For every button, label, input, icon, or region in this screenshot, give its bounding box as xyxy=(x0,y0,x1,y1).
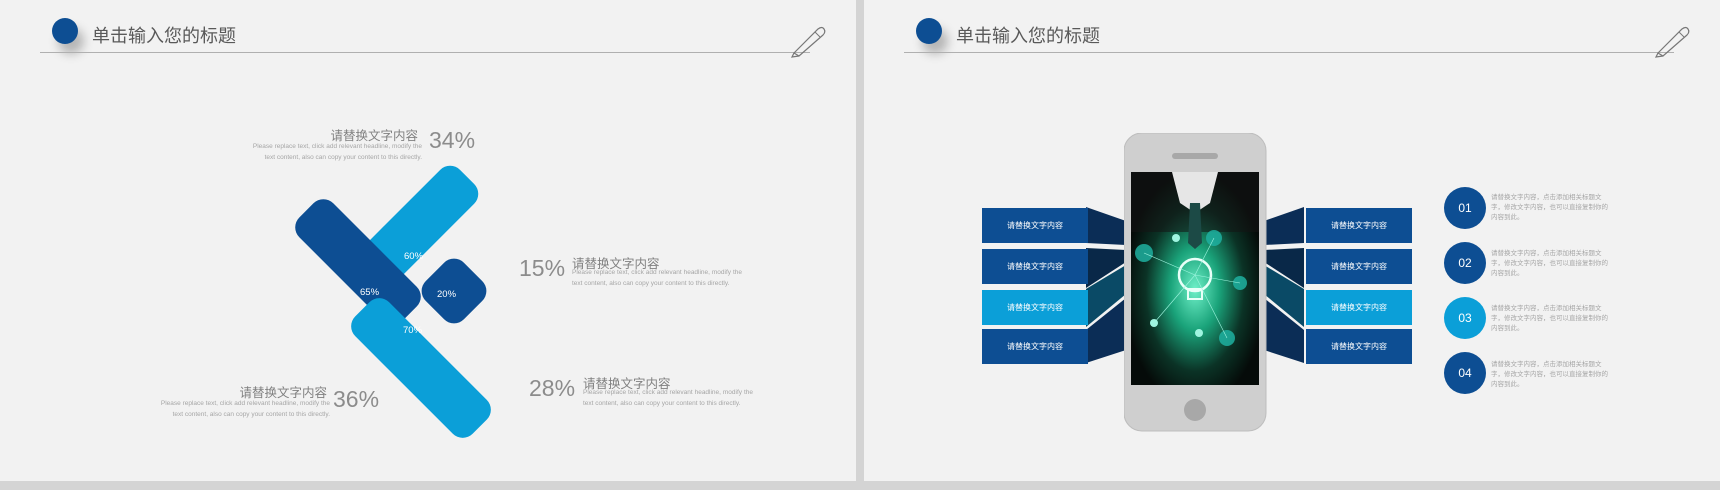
number-text-02: 请替换文字内容，点击添加相关标题文字，修改文字内容，也可以直接复制你的内容到此。 xyxy=(1491,250,1608,277)
block-4-percent: 28% xyxy=(529,375,576,401)
number-badge-03: 03 xyxy=(1444,297,1486,339)
phone-illustration xyxy=(1124,133,1267,432)
pen-icon xyxy=(790,26,826,58)
number-badge-04: 04 xyxy=(1444,352,1486,394)
block-1-desc: Please replace text, click add relevant … xyxy=(252,143,422,161)
tile-20-value: 20% xyxy=(437,289,457,300)
right-box-3: 请替换文字内容 xyxy=(1306,290,1412,325)
block-3-percent: 36% xyxy=(333,386,380,412)
right-box-4: 请替换文字内容 xyxy=(1306,329,1412,364)
number-text-04: 请替换文字内容，点击添加相关标题文字，修改文字内容，也可以直接复制你的内容到此。 xyxy=(1491,361,1608,388)
block-4-desc: Please replace text, click add relevant … xyxy=(583,389,753,407)
block-1-percent: 34% xyxy=(429,127,476,153)
slide-left: 单击输入您的标题 请替换文字内容 Please replace text, cl… xyxy=(0,0,856,481)
tile-60-value: 60% xyxy=(404,251,424,262)
tile-70 xyxy=(345,292,497,444)
left-box-1: 请替换文字内容 xyxy=(982,208,1088,243)
page-title: 单击输入您的标题 xyxy=(92,26,236,46)
number-badge-01: 01 xyxy=(1444,187,1486,229)
right-box-1: 请替换文字内容 xyxy=(1306,208,1412,243)
block-2-desc: Please replace text, click add relevant … xyxy=(572,269,742,287)
left-box-2: 请替换文字内容 xyxy=(982,249,1088,284)
header-divider xyxy=(40,52,810,53)
slide-right: 单击输入您的标题 请替换文字内容 请替换文字内容 请替换文字内容 请替换文字内容… xyxy=(864,0,1720,481)
block-2-percent: 15% xyxy=(519,255,566,281)
left-box-3: 请替换文字内容 xyxy=(982,290,1088,325)
tile-65-value: 65% xyxy=(360,287,380,298)
number-text-01: 请替换文字内容，点击添加相关标题文字，修改文字内容，也可以直接复制你的内容到此。 xyxy=(1491,194,1608,221)
header-dot xyxy=(52,18,78,44)
left-box-4: 请替换文字内容 xyxy=(982,329,1088,364)
number-text-03: 请替换文字内容，点击添加相关标题文字，修改文字内容，也可以直接复制你的内容到此。 xyxy=(1491,305,1608,332)
number-badge-02: 02 xyxy=(1444,242,1486,284)
right-box-2: 请替换文字内容 xyxy=(1306,249,1412,284)
bottom-bar xyxy=(0,481,1720,490)
tile-70-value: 70% xyxy=(403,325,423,336)
block-3-desc: Please replace text, click add relevant … xyxy=(160,400,330,418)
